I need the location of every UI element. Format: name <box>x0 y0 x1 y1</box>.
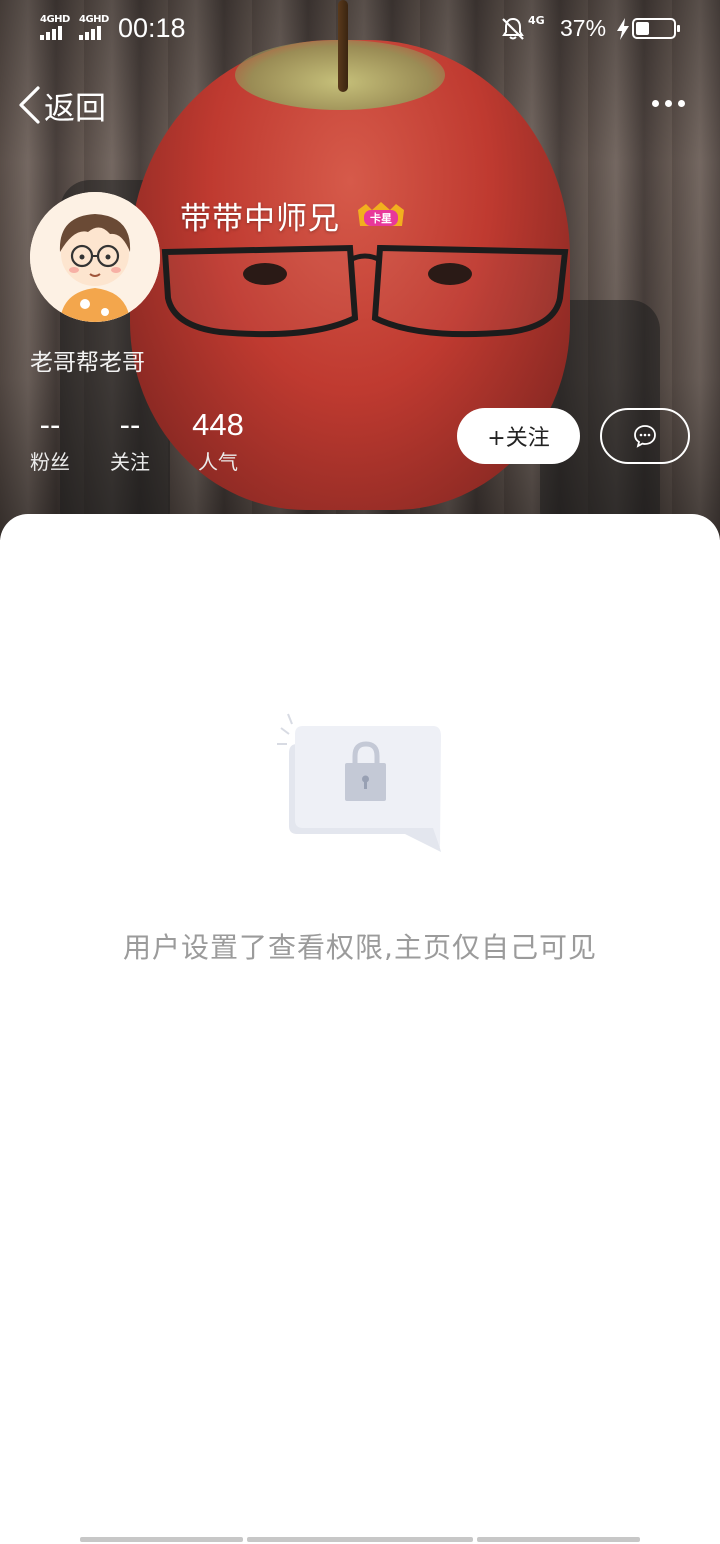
stat-popularity-label: 人气 <box>198 450 238 474</box>
battery-fill <box>636 22 649 35</box>
vip-crown-badge-icon[interactable]: 卡星 <box>354 200 408 230</box>
stat-fans-label: 粉丝 <box>30 450 70 474</box>
network-4g-label: 4G <box>528 14 545 27</box>
nav-gesture-bar-left[interactable] <box>80 1537 243 1542</box>
nav-gesture-bar-right[interactable] <box>477 1537 640 1542</box>
chat-bubble-icon <box>634 425 656 448</box>
signal-icon-sim2: 4GHD <box>79 14 113 40</box>
back-label: 返回 <box>44 90 106 127</box>
stat-fans[interactable]: -- 粉丝 <box>10 405 90 475</box>
chevron-left-icon <box>19 86 40 124</box>
stat-following-value: -- <box>119 407 141 442</box>
privacy-notice: 用户设置了查看权限,主页仅自己可见 <box>123 931 597 964</box>
stat-fans-value: -- <box>39 407 61 442</box>
cover-glasses <box>160 238 570 348</box>
signal-icon-sim1: 4GHD <box>40 14 74 40</box>
status-time: 00:18 <box>118 13 186 43</box>
stat-popularity-value: 448 <box>192 407 244 442</box>
content-sheet <box>0 514 720 1544</box>
username: 带带中师兄 <box>180 201 340 237</box>
nav-gesture-bar-center[interactable] <box>247 1537 473 1542</box>
stat-popularity[interactable]: 448 人气 <box>178 405 258 475</box>
vip-badge-text: 卡星 <box>370 211 392 225</box>
profile-signature: 老哥帮老哥 <box>30 350 145 376</box>
bell-muted-icon <box>500 16 526 42</box>
battery-icon <box>632 18 680 39</box>
stat-following[interactable]: -- 关注 <box>90 405 170 475</box>
lock-icon <box>275 708 445 856</box>
signal-sim1-label: 4GHD <box>40 14 70 25</box>
status-bar: 4GHD 4GHD 00:18 4G 37% <box>0 0 720 56</box>
more-options-icon[interactable] <box>652 92 692 114</box>
avatar[interactable] <box>30 192 160 322</box>
follow-button[interactable]: +关注 <box>457 408 580 464</box>
back-button[interactable]: 返回 <box>16 80 106 130</box>
signal-sim2-label: 4GHD <box>79 14 109 25</box>
message-button[interactable] <box>600 408 690 464</box>
battery-percent: 37% <box>560 15 607 41</box>
charging-bolt-icon <box>616 18 630 40</box>
stat-following-label: 关注 <box>110 450 150 474</box>
